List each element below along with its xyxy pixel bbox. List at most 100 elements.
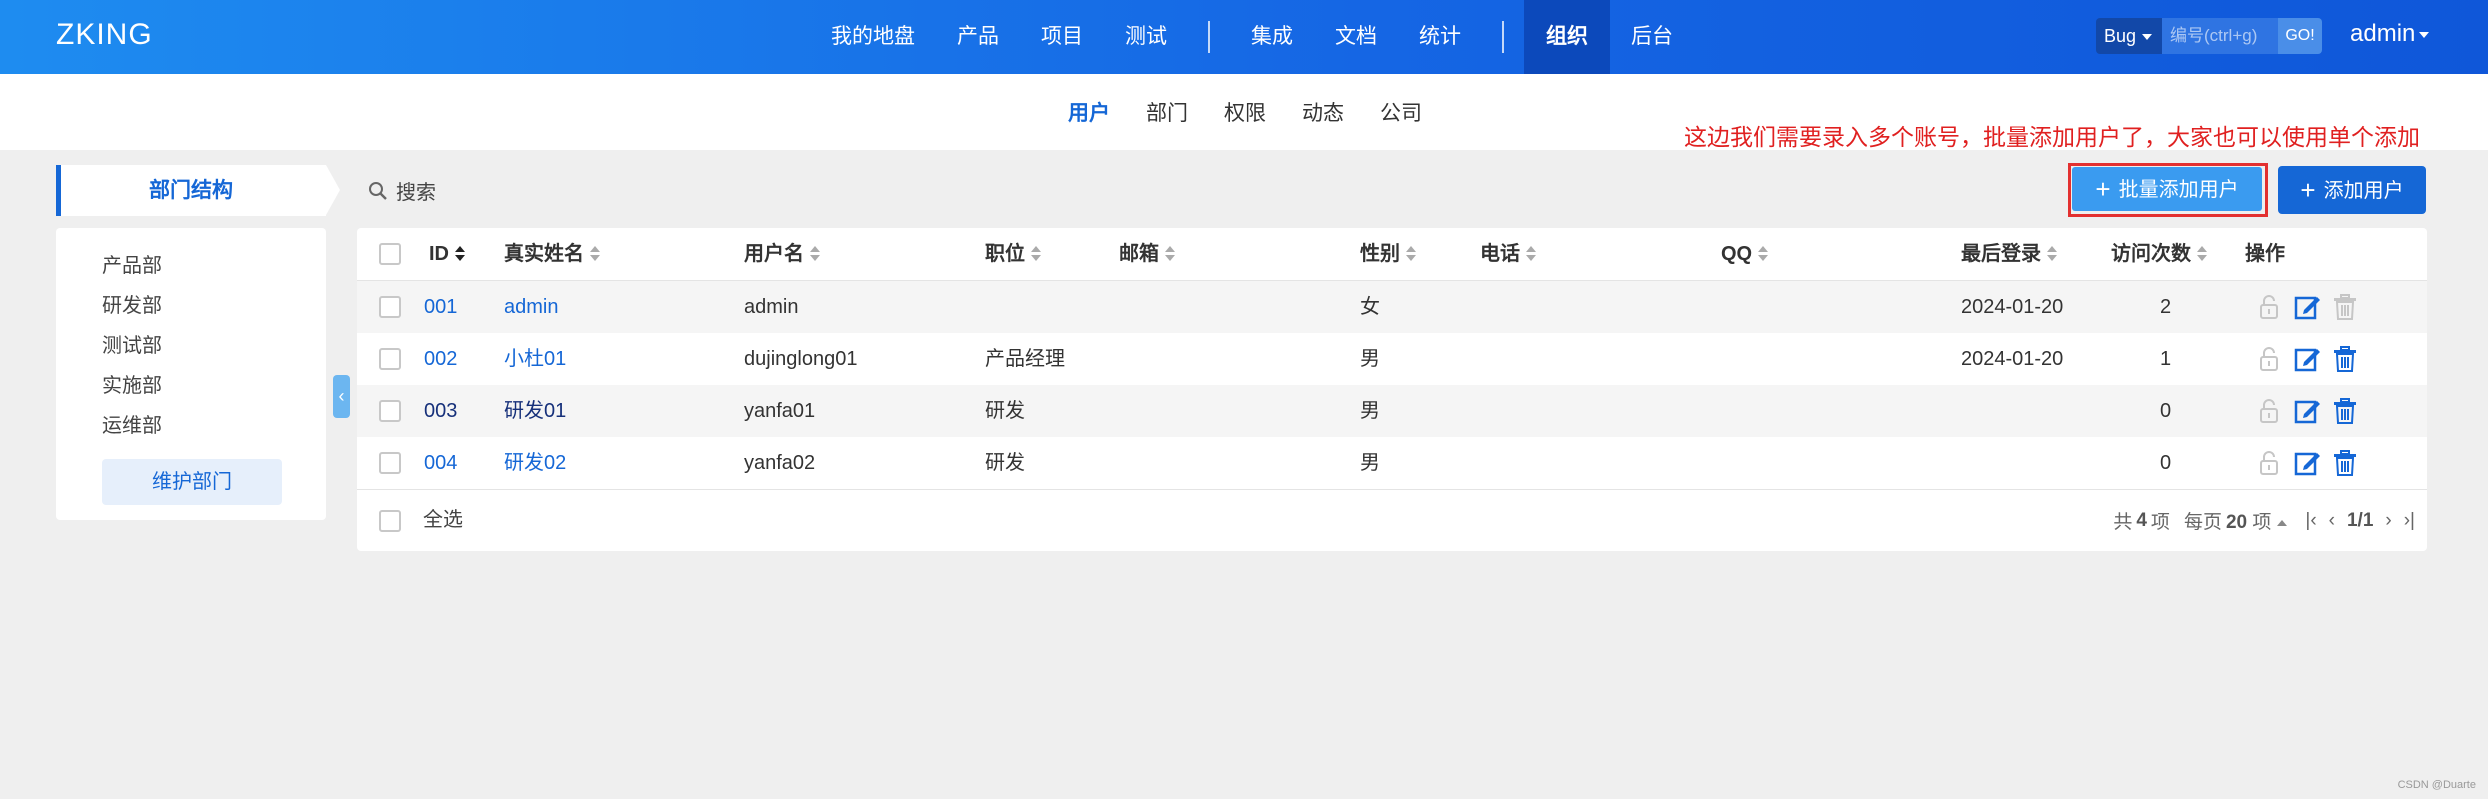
cell-realname[interactable]: 小杜01 [504, 333, 566, 385]
dept-item-ops[interactable]: 运维部 [102, 406, 162, 446]
user-name: admin [2350, 20, 2416, 47]
search-go-button[interactable]: GO! [2278, 18, 2322, 54]
col-id[interactable]: ID [429, 228, 465, 280]
col-phone[interactable]: 电话 [1480, 228, 1536, 280]
pager-per-page-prefix: 每页 [2183, 512, 2222, 533]
nav-my-dashboard[interactable]: 我的地盘 [810, 0, 936, 74]
pagination: 共 4 项 每页 20 项 |‹ ‹ 1/1 › ›| [2113, 490, 2415, 551]
dept-item-implementation[interactable]: 实施部 [102, 366, 162, 406]
pager-total-suffix: 项 [2150, 512, 2170, 533]
cell-id[interactable]: 004 [424, 437, 457, 489]
maintain-dept-button[interactable]: 维护部门 [102, 459, 282, 505]
search-type-select[interactable]: Bug [2096, 18, 2162, 54]
cell-id[interactable]: 003 [424, 385, 457, 437]
sort-icon [590, 246, 600, 262]
annotation-note: 这边我们需要录入多个账号，批量添加用户了，大家也可以使用单个添加 [1684, 124, 2420, 150]
row-actions [2255, 449, 2359, 477]
trash-icon[interactable] [2331, 345, 2359, 373]
nav-docs[interactable]: 文档 [1314, 0, 1398, 74]
dept-structure-title: 部门结构 [149, 179, 233, 202]
nav-product[interactable]: 产品 [936, 0, 1020, 74]
col-last-login[interactable]: 最后登录 [1961, 228, 2057, 280]
dept-item-test[interactable]: 测试部 [102, 326, 162, 366]
col-gender[interactable]: 性别 [1360, 228, 1416, 280]
pager-page: 1/1 [2346, 509, 2374, 531]
cell-realname[interactable]: 研发02 [504, 437, 566, 489]
nav-integration[interactable]: 集成 [1230, 0, 1314, 74]
row-checkbox[interactable] [379, 296, 401, 318]
row-checkbox[interactable] [379, 400, 401, 422]
first-page-icon[interactable]: |‹ [2305, 510, 2316, 532]
edit-icon[interactable] [2293, 345, 2321, 373]
cell-role: 研发 [985, 452, 1025, 474]
last-page-icon[interactable]: ›| [2404, 510, 2415, 532]
chevron-left-icon: ‹ [338, 386, 345, 406]
trash-icon[interactable] [2331, 449, 2359, 477]
lock-icon[interactable] [2255, 345, 2283, 373]
lock-icon[interactable] [2255, 293, 2283, 321]
pager-per-page-select[interactable]: 20 项 [2225, 507, 2288, 534]
main-nav: 我的地盘 产品 项目 测试 集成 文档 统计 组织 后台 [810, 0, 1694, 74]
batch-add-users-button[interactable]: + 批量添加用户 [2072, 167, 2262, 211]
cell-id[interactable]: 002 [424, 333, 457, 385]
lock-icon[interactable] [2255, 449, 2283, 477]
top-header: ZKING 我的地盘 产品 项目 测试 集成 文档 统计 组织 后台 Bug G… [0, 0, 2488, 74]
prev-page-icon[interactable]: ‹ [2329, 510, 2335, 532]
sort-icon [1758, 246, 1769, 262]
sort-icon [1031, 246, 1041, 262]
user-menu[interactable]: admin [2350, 20, 2430, 48]
header-checkbox[interactable] [379, 243, 401, 265]
nav-test[interactable]: 测试 [1104, 0, 1188, 74]
tab-users[interactable]: 用户 [1050, 97, 1128, 127]
cell-role: 产品经理 [985, 348, 1065, 370]
nav-project[interactable]: 项目 [1020, 0, 1104, 74]
select-all-label[interactable]: 全选 [423, 490, 463, 551]
col-username[interactable]: 用户名 [744, 228, 820, 280]
col-realname[interactable]: 真实姓名 [504, 228, 600, 280]
tab-activity[interactable]: 动态 [1284, 97, 1362, 127]
nav-stats[interactable]: 统计 [1398, 0, 1482, 74]
trash-icon[interactable] [2331, 293, 2359, 321]
plus-icon: + [2300, 175, 2316, 205]
dept-panel: 产品部 研发部 测试部 实施部 运维部 维护部门 [56, 228, 326, 520]
next-page-icon[interactable]: › [2385, 510, 2391, 532]
pager-total-prefix: 共 [2113, 512, 2133, 533]
cell-gender: 女 [1360, 296, 1380, 318]
col-visits[interactable]: 访问次数 [2111, 228, 2207, 280]
cell-realname[interactable]: 研发01 [504, 385, 566, 437]
col-role[interactable]: 职位 [985, 228, 1041, 280]
nav-organization[interactable]: 组织 [1524, 0, 1610, 74]
table-row: 004 研发02 yanfa02 研发 男 0 [357, 437, 2427, 489]
lock-icon[interactable] [2255, 397, 2283, 425]
col-qq[interactable]: QQ [1721, 228, 1769, 280]
cell-id[interactable]: 001 [424, 281, 457, 333]
edit-icon[interactable] [2293, 397, 2321, 425]
nav-admin[interactable]: 后台 [1610, 0, 1694, 74]
sidebar-collapse-handle[interactable]: ‹ [333, 375, 350, 418]
pager-total: 4 [2136, 509, 2147, 531]
tab-departments[interactable]: 部门 [1128, 97, 1206, 127]
edit-icon[interactable] [2293, 293, 2321, 321]
search-input[interactable] [2162, 18, 2278, 54]
row-checkbox[interactable] [379, 452, 401, 474]
brand-logo[interactable]: ZKING [56, 18, 153, 52]
cell-username: dujinglong01 [744, 348, 858, 370]
dept-item-product[interactable]: 产品部 [102, 246, 162, 286]
pager-per-page-suffix: 项 [2252, 512, 2272, 533]
edit-icon[interactable] [2293, 449, 2321, 477]
cell-gender: 男 [1360, 348, 1380, 370]
cell-realname[interactable]: admin [504, 281, 558, 333]
trash-icon[interactable] [2331, 397, 2359, 425]
add-user-button[interactable]: + 添加用户 [2278, 166, 2426, 214]
select-all-checkbox[interactable] [379, 510, 401, 532]
col-actions: 操作 [2245, 243, 2285, 265]
tab-company[interactable]: 公司 [1362, 97, 1440, 127]
tab-permissions[interactable]: 权限 [1206, 97, 1284, 127]
sort-icon [2197, 246, 2207, 262]
search-toggle[interactable]: 搜索 [368, 176, 436, 205]
chevron-down-icon [2142, 34, 2153, 41]
pager-per-page: 20 [2225, 512, 2248, 533]
dept-item-rnd[interactable]: 研发部 [102, 286, 162, 326]
row-checkbox[interactable] [379, 348, 401, 370]
col-email[interactable]: 邮箱 [1119, 228, 1175, 280]
